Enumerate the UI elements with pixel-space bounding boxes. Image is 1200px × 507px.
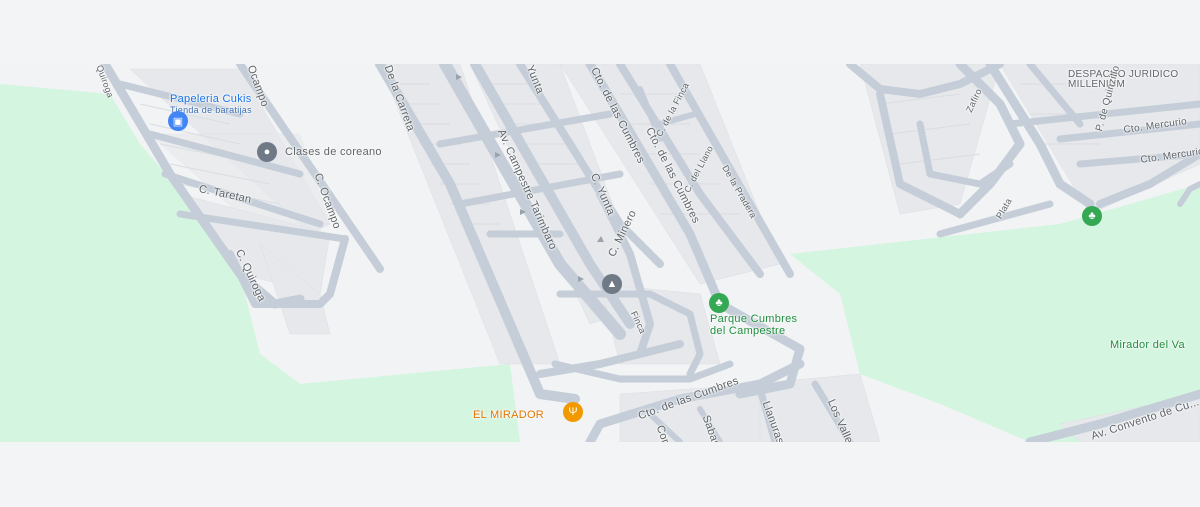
location-pin-icon[interactable]: ● (257, 142, 277, 162)
park-tree-icon-east[interactable]: ♣ (1082, 206, 1102, 226)
map-canvas[interactable]: Papeleria Cukis Tienda de baratijas ▣ ● … (0, 64, 1200, 442)
top-band (0, 0, 1200, 64)
school-icon[interactable]: ▲ (602, 274, 622, 294)
parque-line2[interactable]: del Campestre (710, 325, 785, 337)
store-icon[interactable]: ▣ (168, 111, 188, 131)
clases-label[interactable]: Clases de coreano (285, 147, 382, 158)
mirador-valle-label[interactable]: Mirador del Va (1110, 339, 1185, 351)
park-tree-icon[interactable]: ♣ (709, 293, 729, 313)
parque-line1[interactable]: Parque Cumbres (710, 313, 797, 325)
bottom-band (0, 442, 1200, 507)
el-mirador-label[interactable]: EL MIRADOR (473, 410, 544, 421)
restaurant-icon[interactable]: Ψ (563, 402, 583, 422)
papeleria-name[interactable]: Papeleria Cukis (170, 94, 252, 105)
